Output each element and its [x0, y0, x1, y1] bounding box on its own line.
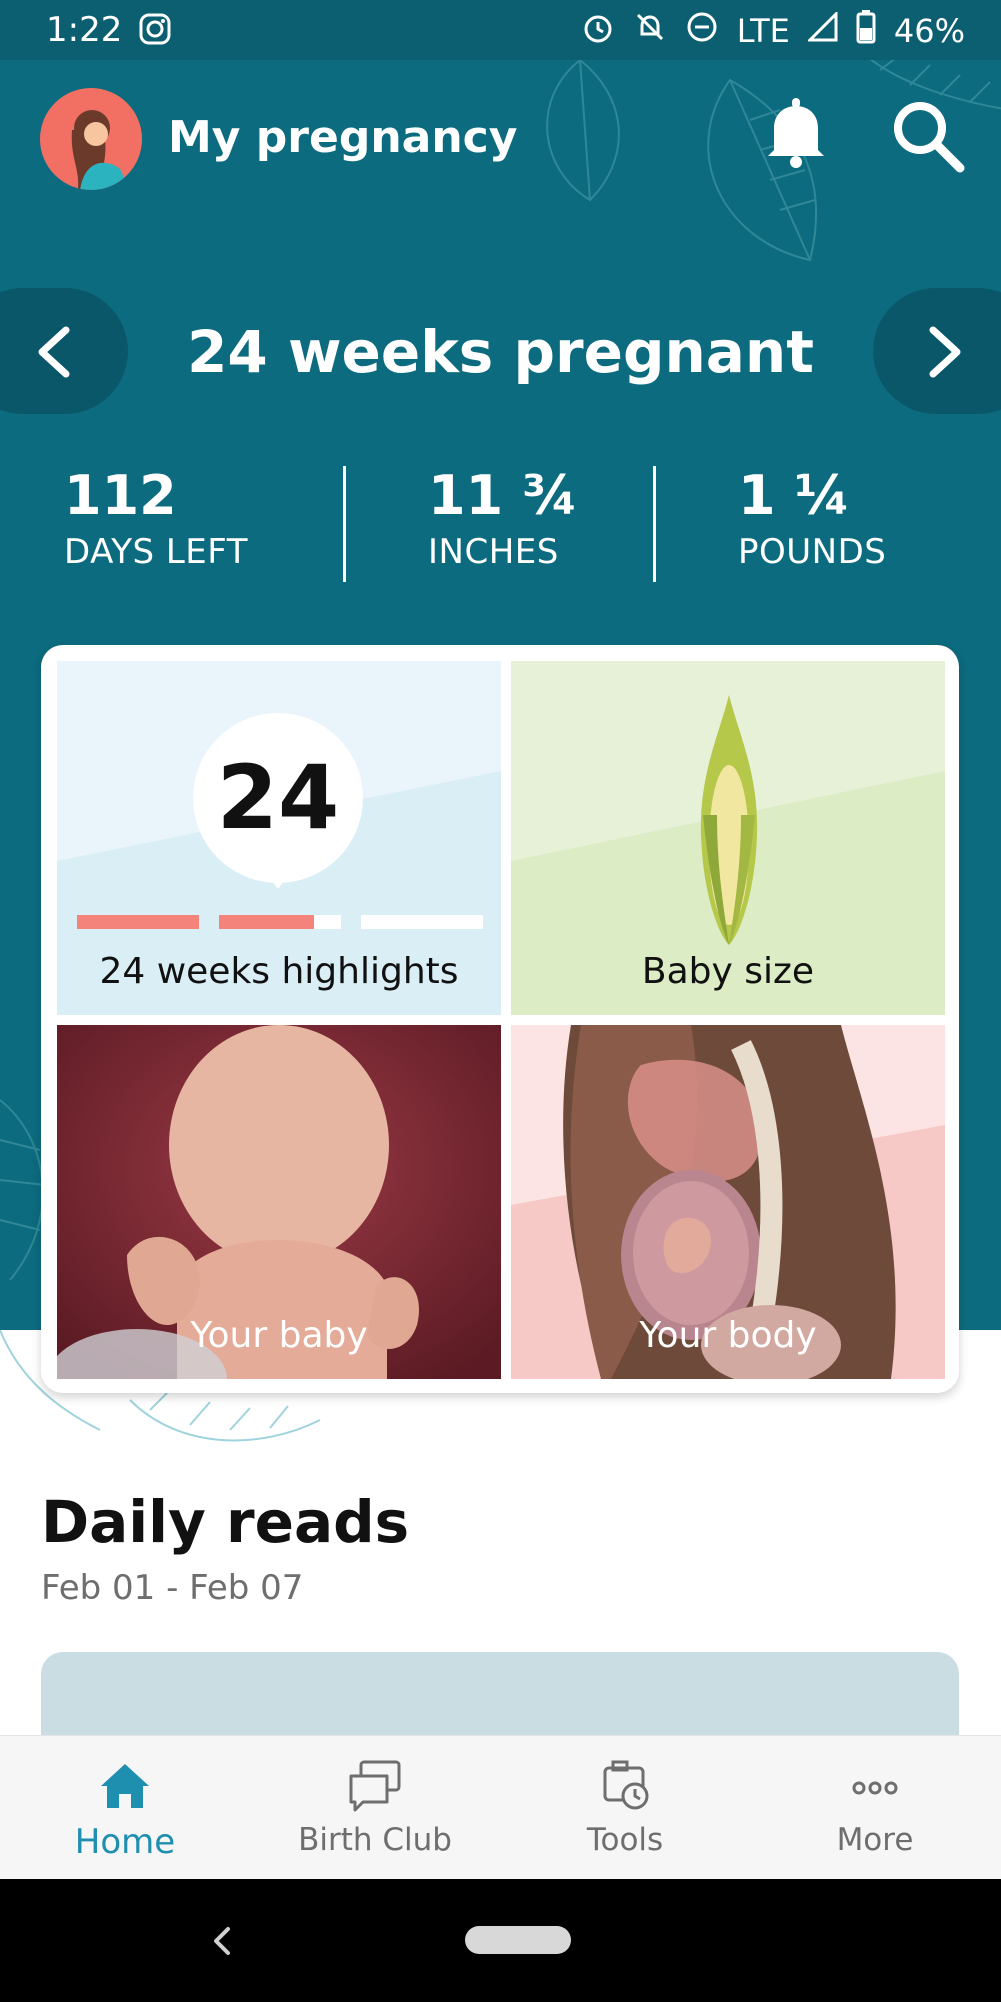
nav-birth-club-label: Birth Club: [298, 1822, 452, 1858]
baby-size-tile[interactable]: Baby size: [511, 661, 945, 1015]
stat-days-left: 112 DAYS LEFT: [64, 464, 248, 576]
stat-inches: 11 ¾ INCHES: [428, 464, 578, 576]
chevron-right-icon: [929, 326, 961, 378]
highlights-label: 24 weeks highlights: [99, 951, 459, 992]
instagram-icon: [138, 12, 172, 50]
page-title: My pregnancy: [168, 112, 518, 163]
highlights-tile[interactable]: 24 24 weeks highlights: [57, 661, 501, 1015]
nav-home[interactable]: Home: [0, 1736, 250, 1880]
stat-value: 1 ¼: [738, 464, 851, 527]
back-icon[interactable]: [206, 1923, 236, 1959]
stat-label: POUNDS: [738, 532, 887, 572]
stat-divider: [343, 466, 346, 582]
home-pill-button[interactable]: [465, 1926, 571, 1954]
nav-tools-label: Tools: [586, 1822, 664, 1858]
your-body-label: Your body: [639, 1315, 817, 1356]
stat-pounds: 1 ¼ POUNDS: [738, 464, 886, 576]
trimester-progress-2: [219, 915, 341, 929]
nav-more[interactable]: More: [750, 1736, 1000, 1880]
bubble-tail: [264, 871, 292, 889]
status-time: 1:22: [46, 10, 123, 50]
home-icon: [101, 1764, 149, 1808]
notifications-off-icon: [633, 10, 667, 52]
notifications-bell-icon[interactable]: [764, 96, 828, 168]
more-dots-icon: [852, 1781, 898, 1795]
tools-icon: [603, 1760, 649, 1810]
nav-more-label: More: [836, 1822, 914, 1858]
trimester-progress-1: [77, 915, 199, 929]
nav-home-label: Home: [74, 1822, 176, 1862]
nav-birth-club[interactable]: Birth Club: [250, 1736, 500, 1880]
stat-divider: [653, 466, 656, 582]
week-number-badge: 24: [193, 713, 363, 883]
baby-size-label: Baby size: [641, 951, 815, 992]
stat-label: DAYS LEFT: [64, 532, 249, 572]
chat-bubbles-icon: [349, 1760, 401, 1812]
status-indicators: LTE 46%: [581, 10, 965, 52]
alarm-icon: [581, 10, 615, 52]
network-label: LTE: [736, 12, 790, 50]
stat-label: INCHES: [428, 532, 559, 572]
status-bar: 1:22 LTE 46%: [0, 0, 1001, 60]
battery-icon: [856, 10, 876, 52]
nav-tools[interactable]: Tools: [500, 1736, 750, 1880]
signal-icon: [806, 10, 838, 50]
your-baby-tile[interactable]: Your baby: [57, 1025, 501, 1379]
trimester-progress-2-fill: [219, 915, 315, 929]
week-overview-card: 24 24 weeks highlights Baby size Your ba…: [41, 645, 959, 1393]
do-not-disturb-icon: [685, 10, 719, 52]
search-icon[interactable]: [888, 96, 968, 176]
daily-reads-date-range: Feb 01 - Feb 07: [41, 1568, 304, 1608]
trimester-progress-3: [361, 915, 483, 929]
bottom-navigation: Home Birth Club Tools More: [0, 1735, 1001, 1880]
your-body-tile[interactable]: Your body: [511, 1025, 945, 1379]
battery-percent: 46%: [893, 12, 965, 50]
avatar[interactable]: [40, 88, 142, 190]
your-baby-label: Your baby: [190, 1315, 368, 1356]
stat-value: 11 ¾: [428, 464, 578, 527]
daily-reads-title: Daily reads: [41, 1488, 410, 1556]
next-week-button[interactable]: [873, 288, 1001, 414]
stat-value: 112: [64, 464, 177, 527]
week-title: 24 weeks pregnant: [187, 318, 814, 386]
android-navigation-bar: [0, 1879, 1001, 2002]
corn-icon: [700, 695, 758, 945]
